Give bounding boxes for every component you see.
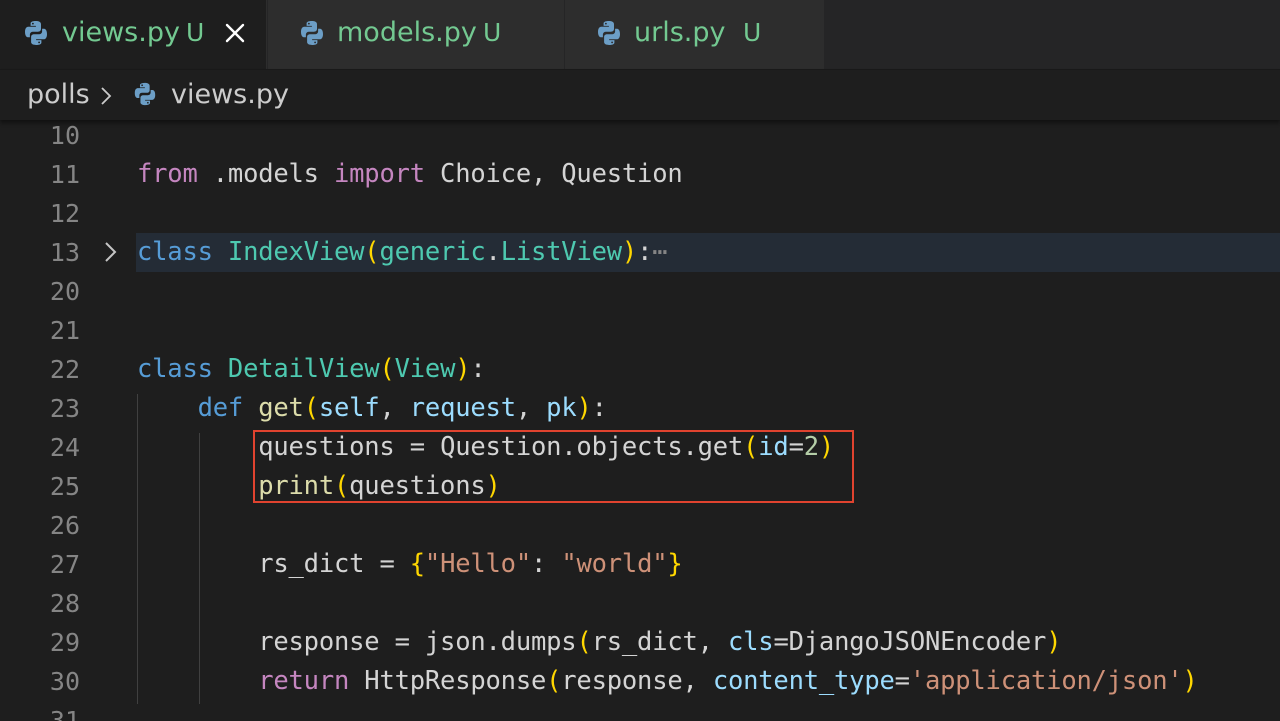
untracked-badge: U xyxy=(483,18,502,47)
tab-models-py[interactable]: models.py U xyxy=(268,0,564,69)
python-file-icon xyxy=(25,21,47,45)
line-number: 26 xyxy=(49,511,80,540)
line-number: 10 xyxy=(49,121,80,150)
breadcrumb-file[interactable]: views.py xyxy=(171,78,289,112)
close-icon[interactable] xyxy=(222,20,248,46)
line-number: 29 xyxy=(49,628,80,657)
code-line-22: class DetailView(View): xyxy=(137,354,486,384)
line-number: 31 xyxy=(49,706,80,721)
tab-label: views.py xyxy=(62,17,180,48)
breadcrumb: polls views.py xyxy=(0,70,1280,120)
line-number: 12 xyxy=(49,199,80,228)
code-editor[interactable]: 10 11 12 13 20 21 22 23 24 25 26 27 28 2… xyxy=(0,120,1280,721)
tab-label: urls.py xyxy=(634,17,726,48)
line-number: 11 xyxy=(49,160,80,189)
line-number: 30 xyxy=(49,667,80,696)
python-file-icon xyxy=(134,82,156,106)
folded-ellipsis: ⋯ xyxy=(652,237,668,267)
code-line-29: response = json.dumps(rs_dict, cls=Djang… xyxy=(258,627,1062,657)
breadcrumb-folder[interactable]: polls xyxy=(27,78,90,112)
code-line-13: class IndexView(generic.ListView):⋯ xyxy=(137,237,668,267)
editor-tab-bar: views.py U models.py U urls.py U xyxy=(0,0,1280,70)
line-number: 24 xyxy=(49,433,80,462)
line-number: 22 xyxy=(49,355,80,384)
chevron-right-icon xyxy=(101,87,112,105)
line-number: 25 xyxy=(49,472,80,501)
line-number: 23 xyxy=(49,394,80,423)
line-number: 28 xyxy=(49,589,80,618)
code-line-11: from .models import Choice, Question xyxy=(137,159,683,189)
line-number: 21 xyxy=(49,316,80,345)
fold-chevron-icon[interactable] xyxy=(101,240,121,264)
code-line-27: rs_dict = {"Hello": "world"} xyxy=(258,549,683,579)
line-number: 27 xyxy=(49,550,80,579)
code-line-23: def get(self, request, pk): xyxy=(197,393,607,423)
tab-urls-py[interactable]: urls.py U xyxy=(565,0,824,69)
untracked-badge: U xyxy=(186,18,205,47)
python-file-icon xyxy=(598,21,620,45)
code-line-30: return HttpResponse(response, content_ty… xyxy=(258,666,1198,696)
line-number: 20 xyxy=(49,277,80,306)
tab-views-py[interactable]: views.py U xyxy=(0,0,267,69)
python-file-icon xyxy=(301,21,323,45)
untracked-badge: U xyxy=(743,18,762,47)
line-number: 13 xyxy=(49,238,80,267)
highlight-box xyxy=(253,430,854,503)
tab-label: models.py xyxy=(337,17,477,48)
